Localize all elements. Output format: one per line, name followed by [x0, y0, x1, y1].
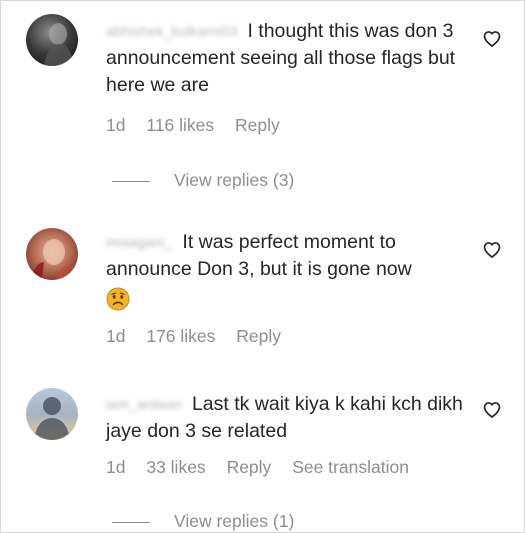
reply-button[interactable]: Reply [236, 326, 281, 347]
comment-likes[interactable]: 176 likes [146, 326, 215, 347]
avatar[interactable] [26, 14, 78, 66]
heart-icon[interactable] [482, 240, 502, 260]
avatar-image [26, 228, 78, 280]
avatar[interactable] [26, 388, 78, 440]
comment-likes[interactable]: 116 likes [146, 115, 214, 136]
comment-username[interactable]: iam_ardaan [106, 391, 182, 418]
comment-body: abhishek_kulkarni03 I thought this was do… [106, 18, 466, 99]
avatar-image [26, 14, 78, 66]
comment-time: 1d [106, 457, 126, 477]
comment-meta: 1d 116 likes Reply [106, 115, 296, 136]
view-replies-label: View replies (3) [174, 170, 295, 190]
view-replies-button[interactable]: View replies (1) [112, 511, 294, 532]
heart-icon[interactable] [482, 29, 502, 49]
replies-divider-line [112, 180, 150, 182]
see-translation-button[interactable]: See translation [292, 457, 409, 478]
reply-button[interactable]: Reply [227, 457, 272, 478]
avatar-image [26, 388, 78, 440]
comment-username[interactable]: imaagani_ [106, 229, 172, 256]
comment-meta: 1d 33 likes Reply See translation [106, 457, 425, 478]
comment-meta: 1d 176 likes Reply [106, 326, 297, 347]
comment-body: imaagani_ It was perfect moment to announ… [106, 229, 466, 314]
view-replies-button[interactable]: View replies (3) [112, 170, 294, 191]
reply-button[interactable]: Reply [235, 115, 280, 136]
comment-username[interactable]: abhishek_kulkarni03 [106, 18, 237, 45]
sad-face-emoji [106, 287, 130, 311]
replies-divider-line [112, 521, 150, 523]
comment-likes[interactable]: 33 likes [146, 457, 205, 478]
comment-time: 1d [106, 115, 126, 135]
view-replies-label: View replies (1) [174, 511, 295, 531]
comment-time: 1d [106, 326, 126, 346]
comment-body: iam_ardaan Last tk wait kiya k kahi kch d… [106, 391, 466, 445]
heart-icon[interactable] [482, 400, 502, 420]
avatar[interactable] [26, 228, 78, 280]
